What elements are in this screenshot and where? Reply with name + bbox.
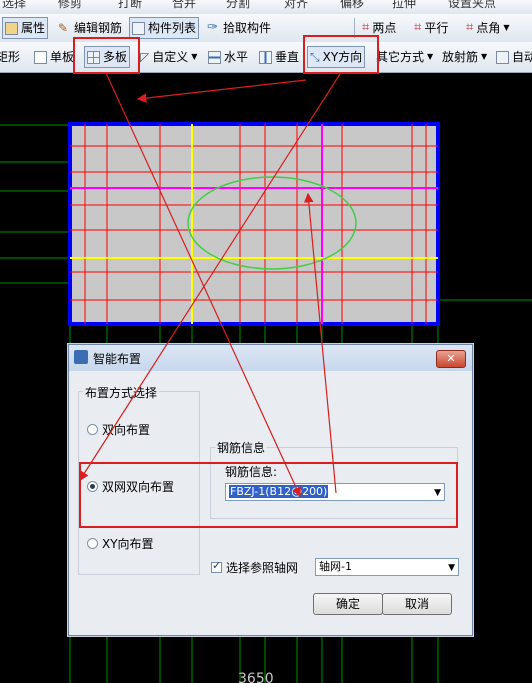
annotation-overlay bbox=[79, 72, 341, 498]
annotation-arrows bbox=[79, 72, 341, 498]
